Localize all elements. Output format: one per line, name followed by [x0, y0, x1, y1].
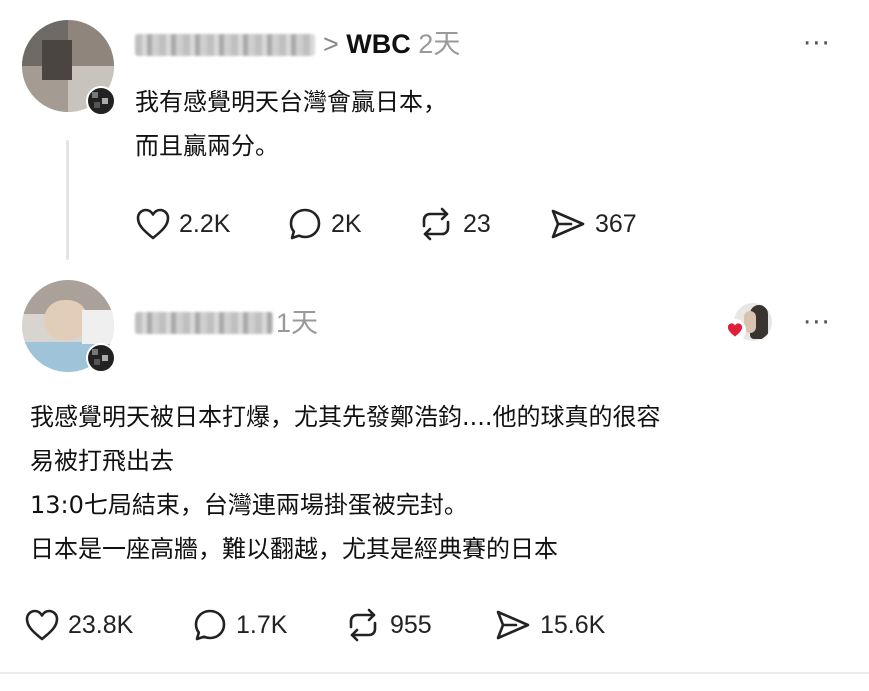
comment-bubble-icon: [289, 208, 321, 240]
topic-tag[interactable]: WBC: [346, 29, 410, 59]
red-heart-icon: [724, 319, 746, 341]
like-button[interactable]: 2.2K: [135, 204, 230, 244]
share-count: 367: [595, 209, 637, 238]
chevron-right-icon: >: [323, 29, 339, 59]
reply-button[interactable]: 2K: [287, 204, 362, 244]
repost-button[interactable]: 955: [344, 605, 432, 645]
follow-badge-icon[interactable]: [86, 86, 116, 116]
heart-icon: [136, 208, 170, 240]
post-header: 1天: [276, 307, 318, 339]
like-count: 23.8K: [68, 610, 134, 639]
author-username-redacted[interactable]: [135, 34, 315, 56]
share-button[interactable]: 15.6K: [494, 605, 605, 645]
follow-badge-icon[interactable]: [86, 343, 116, 373]
thread-connector-line: [66, 140, 69, 260]
more-options-icon[interactable]: ···: [803, 31, 831, 57]
post-content: 我有感覺明天台灣會贏日本， 而且贏兩分。: [135, 88, 447, 160]
send-icon: [496, 610, 530, 640]
repost-icon: [422, 207, 450, 241]
like-button[interactable]: 23.8K: [24, 605, 133, 645]
heart-icon: [25, 609, 59, 641]
post-time: 2天: [418, 29, 461, 59]
author-username-redacted[interactable]: [135, 312, 273, 334]
post-time: 1天: [276, 308, 319, 338]
post-actions: 2.2K 2K 23 367: [135, 204, 735, 244]
more-options-icon[interactable]: ···: [803, 310, 831, 336]
share-count: 15.6K: [540, 610, 606, 639]
send-icon: [551, 209, 585, 239]
reply-post: 1天 ··· 我感覺明天被日本打爆，尤其先發鄭浩鈞....他的球真的很容 易被打…: [0, 265, 869, 685]
divider: [0, 672, 869, 674]
repost-icon: [349, 608, 377, 642]
original-post: > WBC 2天 ··· 我有感覺明天台灣會贏日本， 而且贏兩分。 2.2K 2…: [0, 0, 869, 265]
post-content: 我感覺明天被日本打爆，尤其先發鄭浩鈞....他的球真的很容 易被打飛出去 13:…: [30, 403, 661, 563]
comment-bubble-icon: [194, 609, 226, 641]
share-button[interactable]: 367: [549, 204, 637, 244]
reply-count: 2K: [331, 209, 362, 238]
repost-button[interactable]: 23: [417, 204, 491, 244]
reply-count: 1.7K: [236, 610, 288, 639]
post-actions: 23.8K 1.7K 955 15.6K: [24, 605, 724, 645]
repost-count: 955: [390, 610, 432, 639]
reply-button[interactable]: 1.7K: [192, 605, 287, 645]
post-header: > WBC 2天: [323, 28, 460, 60]
like-count: 2.2K: [179, 209, 231, 238]
repost-count: 23: [463, 209, 491, 238]
